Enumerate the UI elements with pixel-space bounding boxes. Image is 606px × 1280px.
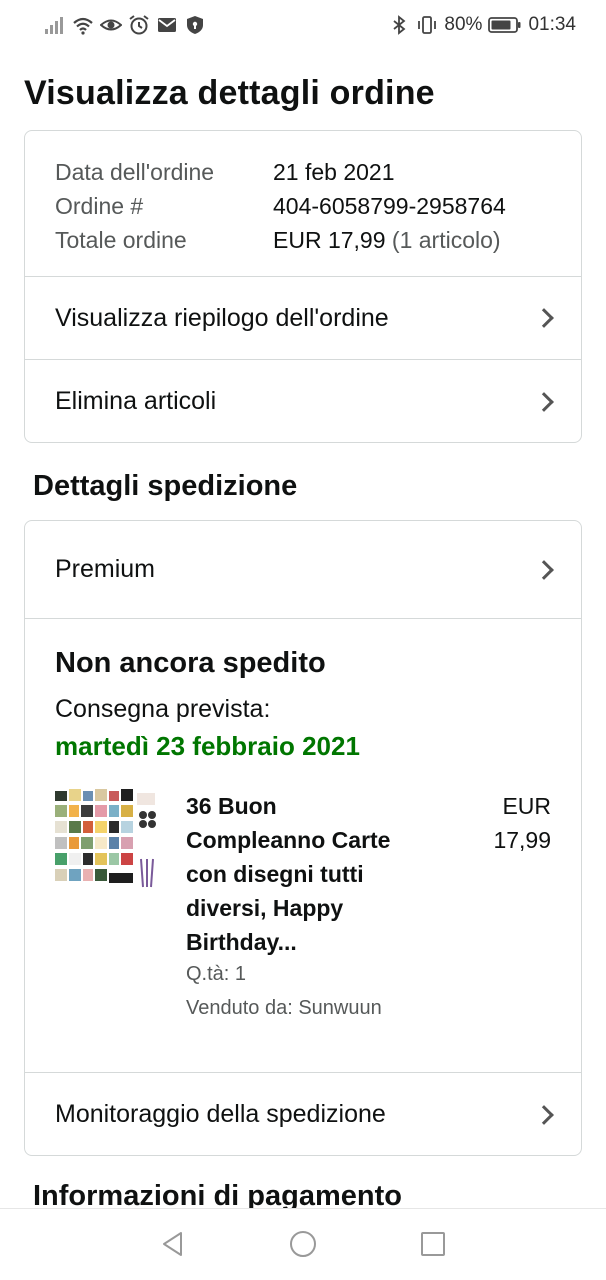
order-total-label: Totale ordine (55, 227, 187, 253)
delivery-date: martedì 23 febbraio 2021 (55, 731, 360, 761)
order-date-label: Data dell'ordine (55, 159, 215, 185)
order-date-value: 21 feb 2021 (273, 159, 395, 185)
shipping-card: Premium Non ancora spedito Consegna prev… (24, 520, 582, 1156)
order-info: Data dell'ordine 21 feb 2021 Ordine # 40… (55, 155, 506, 257)
delivery-label: Consegna prevista: (55, 695, 271, 723)
back-icon[interactable] (158, 1229, 188, 1259)
product-title-line: diversi, Happy (186, 895, 344, 921)
order-number-value: 404-6058799-2958764 (273, 193, 506, 219)
order-total-row: Totale ordine EUR 17,99 (1 articolo) (55, 223, 506, 257)
bluetooth-icon (393, 15, 406, 35)
product-image[interactable] (55, 789, 159, 895)
status-bar: 80% 01:34 (0, 0, 606, 50)
clock: 01:34 (528, 14, 576, 35)
delete-items-label: Elimina articoli (55, 387, 217, 415)
shipping-section-title: Dettagli spedizione (33, 470, 298, 502)
recents-icon[interactable] (418, 1229, 448, 1259)
chevron-right-icon (534, 391, 554, 412)
product-quantity: Q.tà: 1 (186, 963, 247, 985)
system-nav-bar (0, 1208, 606, 1280)
product-title-line: 36 Buon (186, 793, 277, 819)
shipment-tracking-link[interactable]: Monitoraggio della spedizione (25, 1073, 581, 1156)
product-price: EUR 17,99 (461, 789, 551, 857)
eye-icon (100, 19, 122, 31)
view-order-summary-label: Visualizza riepilogo dell'ordine (55, 303, 389, 332)
order-summary-card: Data dell'ordine 21 feb 2021 Ordine # 40… (24, 130, 582, 443)
delete-items-link[interactable]: Elimina articoli (25, 360, 581, 443)
wifi-icon (73, 17, 93, 35)
status-icons-right: 80% 01:34 (388, 14, 576, 36)
order-number-row: Ordine # 404-6058799-2958764 (55, 189, 506, 223)
price-currency: EUR (502, 793, 551, 819)
order-total-value: EUR 17,99 (1 articolo) (273, 223, 501, 257)
status-icons-left (44, 14, 206, 36)
product-title-line: Compleanno Carte (186, 827, 391, 853)
alarm-icon (129, 15, 149, 35)
product-title[interactable]: 36 Buon Compleanno Carte con disegni tut… (186, 789, 436, 959)
battery-icon (488, 17, 521, 33)
product-title-line: Birthday... (186, 929, 297, 955)
product-title-line: con disegni tutti (186, 861, 364, 887)
order-total-items: (1 articolo) (391, 227, 501, 253)
shield-icon (187, 16, 203, 34)
signal-icon (45, 17, 63, 34)
shipping-method-label: Premium (55, 555, 156, 583)
order-date-row: Data dell'ordine 21 feb 2021 (55, 155, 506, 189)
shipping-method-link[interactable]: Premium (25, 521, 581, 618)
battery-percent: 80% (444, 14, 483, 35)
view-order-summary-link[interactable]: Visualizza riepilogo dell'ordine (25, 277, 581, 359)
page-title: Visualizza dettagli ordine (24, 74, 435, 112)
chevron-right-icon (534, 1104, 554, 1125)
price-value: 17,99 (493, 827, 551, 853)
shipment-tracking-label: Monitoraggio della spedizione (55, 1100, 386, 1128)
order-number-label: Ordine # (55, 193, 144, 219)
chevron-right-icon (534, 559, 554, 580)
home-icon[interactable] (288, 1229, 318, 1259)
mail-icon (158, 18, 176, 32)
product-seller: Venduto da: Sunwuun (186, 997, 382, 1019)
divider (25, 618, 581, 619)
vibrate-icon (418, 16, 437, 34)
chevron-right-icon (534, 308, 554, 328)
order-total-amount: EUR 17,99 (273, 227, 386, 253)
shipping-status: Non ancora spedito (55, 647, 326, 679)
